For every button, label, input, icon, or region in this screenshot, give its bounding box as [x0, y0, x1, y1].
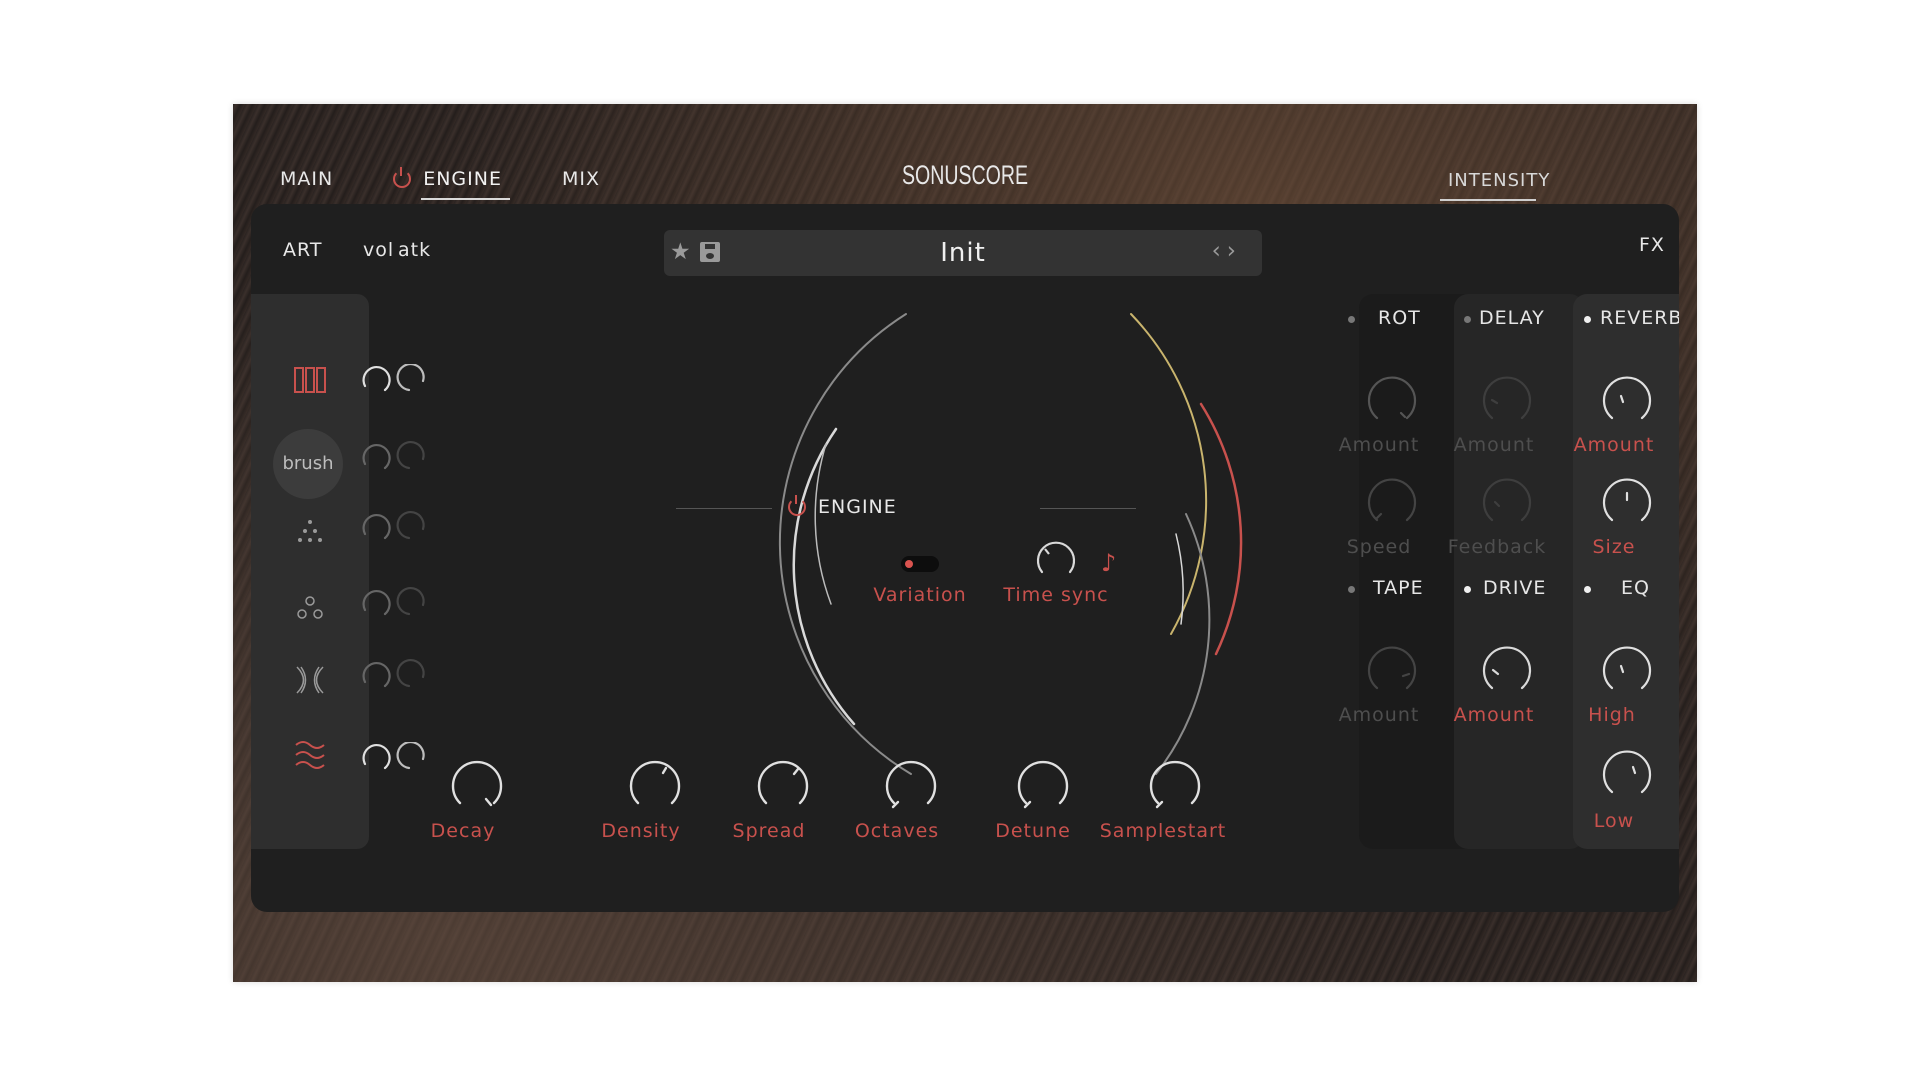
- engine-section-header: ENGINE: [676, 494, 1136, 524]
- preset-name[interactable]: Init: [664, 238, 1262, 268]
- brush-button[interactable]: brush: [273, 429, 343, 499]
- engine-power-icon[interactable]: [788, 495, 806, 516]
- decay-label: Decay: [430, 820, 496, 842]
- top-nav: MAIN ENGINE MIX: [280, 167, 660, 200]
- vol-atk-knobs[interactable]: [357, 364, 437, 734]
- delay-title: DELAY: [1479, 307, 1545, 329]
- tab-engine-label: ENGINE: [423, 168, 502, 190]
- atk-label: atk: [398, 239, 432, 261]
- brand-logo: SONUSCORE: [902, 160, 1028, 190]
- waves-icon[interactable]: [251, 739, 369, 773]
- density-label: Density: [601, 820, 681, 842]
- delay-amount-label: Amount: [1453, 434, 1535, 456]
- keys-icon[interactable]: [251, 366, 369, 396]
- octaves-label: Octaves: [854, 820, 940, 842]
- tab-main-label: MAIN: [280, 168, 334, 190]
- rot-title: ROT: [1378, 307, 1421, 329]
- timesync-knob[interactable]: [1031, 534, 1081, 584]
- reverb-title: REVERB: [1600, 307, 1679, 329]
- engine-title: ENGINE: [818, 496, 897, 518]
- tab-intensity[interactable]: INTENSITY: [1439, 170, 1551, 201]
- vol-label: vol: [363, 239, 395, 261]
- fx-knobs[interactable]: [1351, 344, 1679, 804]
- tab-engine[interactable]: ENGINE: [393, 167, 510, 200]
- preset-bar: ★ Init ‹›: [664, 230, 1262, 276]
- bottom-knob-row[interactable]: [446, 759, 1366, 819]
- reverb-amount-label: Amount: [1573, 434, 1655, 456]
- vol-atk-knobs-active[interactable]: [357, 742, 437, 782]
- power-icon[interactable]: [393, 167, 412, 188]
- plugin-window: MAIN ENGINE MIX SONUSCORE INTENSITY ART …: [233, 104, 1697, 982]
- eq-low-label: Low: [1593, 810, 1635, 832]
- art-label: ART: [283, 239, 323, 261]
- variation-toggle[interactable]: [901, 556, 939, 572]
- fx-label: FX: [1639, 234, 1665, 256]
- samplestart-label: Samplestart: [1099, 820, 1227, 842]
- eq-high-label: High: [1588, 704, 1636, 726]
- dots-triangle-icon[interactable]: [251, 518, 369, 548]
- detune-label: Detune: [995, 820, 1071, 842]
- variation-label: Variation: [873, 584, 967, 606]
- articulation-sidebar: brush: [251, 294, 369, 849]
- spread-label: Spread: [732, 820, 806, 842]
- tab-mix[interactable]: MIX: [562, 168, 600, 200]
- circles-cluster-icon[interactable]: [251, 594, 369, 624]
- brand-logo-text: SONUSCORE: [902, 160, 1028, 190]
- engine-visualizer: [778, 313, 1243, 775]
- delay-enable-dot[interactable]: [1464, 316, 1471, 323]
- reverb-size-label: Size: [1592, 536, 1636, 558]
- timesync-label: Time sync: [1003, 584, 1109, 606]
- note-sync-icon[interactable]: ♪: [1101, 549, 1116, 577]
- main-panel: ART vol atk FX ★ Init ‹› brush ENGINE Va…: [251, 204, 1679, 912]
- preset-nav-arrows[interactable]: ‹›: [1212, 238, 1242, 264]
- intensity-label: INTENSITY: [1448, 170, 1551, 191]
- tab-main[interactable]: MAIN: [280, 168, 333, 200]
- rot-enable-dot[interactable]: [1348, 316, 1355, 323]
- reverb-enable-dot[interactable]: [1584, 316, 1591, 323]
- x-lines-icon[interactable]: [251, 664, 369, 696]
- tab-mix-label: MIX: [561, 168, 600, 190]
